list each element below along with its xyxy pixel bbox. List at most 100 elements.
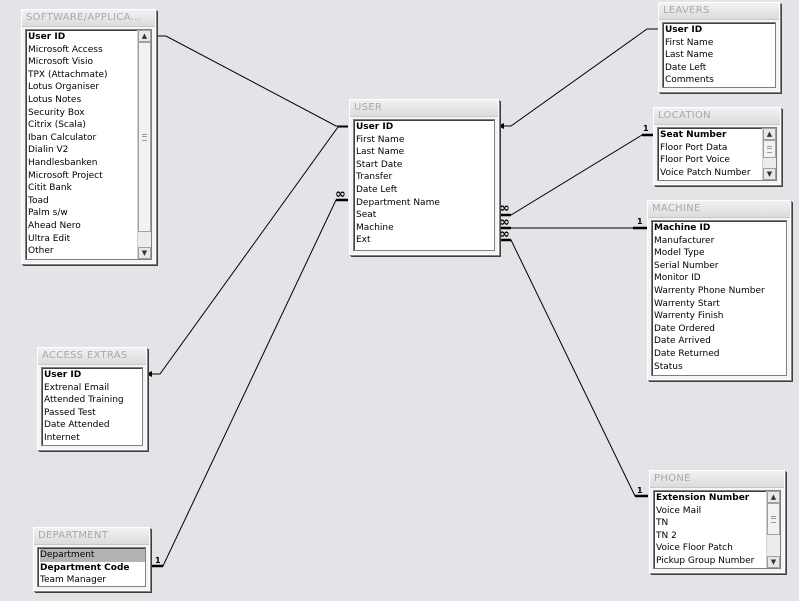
field-list[interactable]: Machine ID Manufacturer Model Type Serial N… [651, 220, 787, 376]
table-title[interactable]: LEAVERS [659, 3, 779, 20]
field-list[interactable]: User ID Microsoft Access Microsoft Visio TP… [25, 29, 152, 260]
field-row[interactable]: Ext [356, 234, 494, 247]
field-row[interactable]: Microsoft Visio [28, 56, 136, 69]
field-row[interactable]: TN [656, 517, 765, 530]
field-row[interactable]: User ID [665, 24, 775, 37]
field-row[interactable]: Ultra Edit [28, 233, 136, 246]
field-row[interactable]: Machine [356, 222, 494, 235]
field-row[interactable]: Iban Calculator [28, 132, 136, 145]
vertical-scrollbar[interactable]: ▲ ▼ [766, 491, 780, 568]
table-title[interactable]: ACCESS EXTRAS [38, 348, 146, 365]
field-row[interactable]: Start Date [356, 159, 494, 172]
field-list[interactable]: User ID First Name Last Name Start Date Tran… [353, 119, 495, 251]
field-row[interactable]: Date Returned [654, 348, 786, 361]
field-row[interactable]: Lotus Notes [28, 94, 136, 107]
field-row[interactable]: Voice Floor Patch [656, 542, 765, 555]
field-row[interactable]: Voice Mail [656, 505, 765, 518]
field-row[interactable]: Date Ordered [654, 323, 786, 336]
field-row[interactable]: Ahead Nero [28, 220, 136, 233]
field-row[interactable]: Citit Bank [28, 182, 136, 195]
field-row[interactable]: Dialin V2 [28, 144, 136, 157]
field-row[interactable]: Voice Patch Number [660, 167, 761, 180]
field-row[interactable]: Serial Number [654, 260, 786, 273]
field-list[interactable]: Department Department Code Team Manager [37, 547, 146, 587]
field-row[interactable]: Warrenty Phone Number [654, 285, 786, 298]
field-row[interactable]: Floor Port Data [660, 142, 761, 155]
field-row[interactable]: Toad [28, 195, 136, 208]
vertical-scrollbar[interactable]: ▲ ▼ [137, 30, 151, 259]
field-row[interactable]: Transfer [356, 171, 494, 184]
field-row[interactable]: Team Manager [40, 574, 145, 586]
field-list[interactable]: User ID Extrenal Email Attended Training Pa… [41, 367, 143, 446]
scroll-up-icon[interactable]: ▲ [138, 30, 151, 42]
field-row[interactable]: Extension Number [656, 492, 765, 505]
table-location[interactable]: LOCATION Seat Number Floor Port Data Floor… [653, 107, 781, 185]
table-title[interactable]: LOCATION [654, 108, 780, 125]
table-user[interactable]: USER User ID First Name Last Name Start Dat… [349, 99, 499, 255]
field-row[interactable]: Department [40, 549, 145, 562]
field-row[interactable]: TPX (Attachmate) [28, 69, 136, 82]
field-row[interactable]: Attended Training [44, 394, 142, 407]
table-title[interactable]: PHONE [650, 471, 784, 488]
field-row[interactable]: Microsoft Access [28, 44, 136, 57]
field-row[interactable]: User ID [44, 369, 142, 382]
field-row[interactable]: User ID [356, 121, 494, 134]
field-list[interactable]: User ID First Name Last Name Date Left Comme… [662, 22, 776, 88]
field-row[interactable]: Comments [665, 74, 775, 87]
field-row[interactable]: First Name [356, 134, 494, 147]
field-row[interactable]: Date Arrived [654, 335, 786, 348]
scroll-down-icon[interactable]: ▼ [138, 247, 151, 259]
table-leavers[interactable]: LEAVERS User ID First Name Last Name Date L… [658, 2, 780, 92]
table-phone[interactable]: PHONE Extension Number Voice Mail TN TN 2 Vo… [649, 470, 785, 573]
field-row[interactable]: Citrix (Scala) [28, 119, 136, 132]
field-row[interactable]: Internet [44, 432, 142, 445]
field-list[interactable]: Seat Number Floor Port Data Floor Port Voi… [657, 127, 777, 181]
field-row[interactable]: Manufacturer [654, 235, 786, 248]
table-title[interactable]: MACHINE [648, 201, 790, 218]
table-title[interactable]: SOFTWARE/APPLICA... [22, 10, 155, 27]
field-row[interactable]: Palm s/w [28, 207, 136, 220]
field-row[interactable]: Department Name [356, 197, 494, 210]
table-department[interactable]: DEPARTMENT Department Department Code Team… [33, 527, 150, 591]
scroll-up-icon[interactable]: ▲ [767, 491, 780, 503]
field-row[interactable]: Seat Number [660, 129, 761, 142]
field-row[interactable]: Warrenty Start [654, 298, 786, 311]
field-row[interactable]: TN 2 [656, 530, 765, 543]
field-row[interactable]: Date Left [356, 184, 494, 197]
field-row[interactable]: User ID [28, 31, 136, 44]
vertical-scrollbar[interactable]: ▲ ▼ [762, 128, 776, 180]
field-row[interactable]: Seat [356, 209, 494, 222]
scroll-down-icon[interactable]: ▼ [763, 168, 776, 180]
field-row[interactable]: Last Name [665, 49, 775, 62]
field-row[interactable]: Date Left [665, 62, 775, 75]
scroll-up-icon[interactable]: ▲ [763, 128, 776, 140]
field-row[interactable]: Monitor ID [654, 272, 786, 285]
field-row[interactable]: Security Box [28, 107, 136, 120]
field-row[interactable]: Pickup Group Number [656, 555, 765, 568]
field-row[interactable]: Other [28, 245, 136, 258]
field-row[interactable]: Date Attended [44, 419, 142, 432]
scroll-thumb[interactable] [138, 42, 151, 232]
field-row[interactable]: Microsoft Project [28, 170, 136, 183]
field-row[interactable]: First Name [665, 37, 775, 50]
field-row[interactable]: Passed Test [44, 407, 142, 420]
scroll-thumb[interactable] [763, 140, 776, 158]
table-title[interactable]: USER [350, 100, 498, 117]
field-row[interactable]: Model Type [654, 247, 786, 260]
field-row[interactable]: Floor Port Voice [660, 154, 761, 167]
scroll-thumb[interactable] [767, 503, 780, 535]
scroll-down-icon[interactable]: ▼ [767, 556, 780, 568]
table-title[interactable]: DEPARTMENT [34, 528, 149, 545]
table-access-extras[interactable]: ACCESS EXTRAS User ID Extrenal Email Atten… [37, 347, 147, 450]
table-software-applications[interactable]: SOFTWARE/APPLICA... User ID Microsoft Acc… [21, 9, 156, 264]
field-row[interactable]: Machine ID [654, 222, 786, 235]
field-row[interactable]: Department Code [40, 562, 145, 575]
field-row[interactable]: Status [654, 361, 786, 374]
field-list[interactable]: Extension Number Voice Mail TN TN 2 Voice Fl… [653, 490, 781, 569]
field-row[interactable]: Lotus Organiser [28, 81, 136, 94]
field-row[interactable]: Extrenal Email [44, 382, 142, 395]
table-machine[interactable]: MACHINE Machine ID Manufacturer Model Type… [647, 200, 791, 380]
field-row[interactable]: Warrenty Finish [654, 310, 786, 323]
field-row[interactable]: Last Name [356, 146, 494, 159]
field-row[interactable]: Handlesbanken [28, 157, 136, 170]
